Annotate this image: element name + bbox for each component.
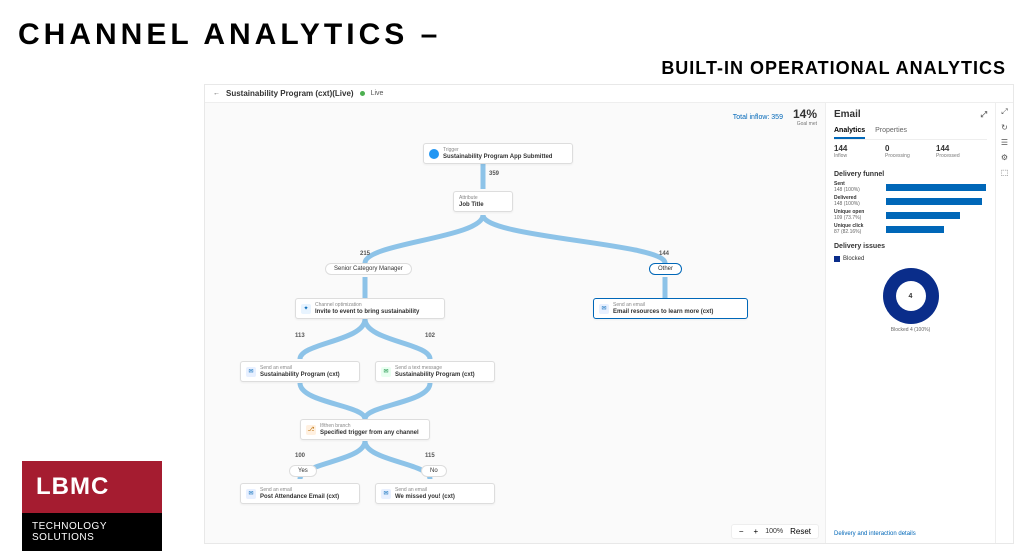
funnel-bar-delivered — [886, 198, 982, 205]
pill-no[interactable]: No — [421, 465, 447, 477]
email-icon: ✉ — [381, 489, 391, 499]
rail-filter-icon[interactable]: ☰ — [1001, 138, 1008, 147]
details-link[interactable]: Delivery and interaction details — [834, 531, 987, 537]
count-split-right: 102 — [425, 333, 435, 339]
count-split-left: 113 — [295, 333, 305, 339]
legend-swatch — [834, 256, 840, 262]
slide-title: CHANNEL ANALYTICS – — [18, 18, 441, 52]
node-email-resources[interactable]: ✉ Send an emailEmail resources to learn … — [593, 298, 748, 319]
app-window: ← Sustainability Program (cxt)(Live) Liv… — [204, 84, 1014, 544]
zoom-controls: − + 100% Reset — [731, 524, 819, 539]
count-no: 115 — [425, 453, 435, 459]
zoom-in-button[interactable]: + — [751, 527, 762, 536]
lbmc-unit: TECHNOLOGY SOLUTIONS — [22, 513, 162, 551]
funnel-bar-open — [886, 212, 960, 219]
node-channel-optimization[interactable]: ✦ Channel optimizationInvite to event to… — [295, 298, 445, 319]
node-email-we-missed-you[interactable]: ✉ Send an emailWe missed you! (cxt) — [375, 483, 495, 504]
funnel-title: Delivery funnel — [834, 171, 987, 178]
journey-canvas[interactable]: Total inflow: 359 14% Goal met — [205, 103, 825, 543]
status-text: Live — [371, 90, 384, 97]
rail-refresh-icon[interactable]: ↻ — [1001, 123, 1008, 132]
issues-donut: 4 — [883, 268, 939, 324]
goal-label: Goal met — [793, 121, 817, 127]
count-yes: 100 — [295, 453, 305, 459]
node-sms-sustainability[interactable]: ✉ Send a text messageSustainability Prog… — [375, 361, 495, 382]
pill-yes[interactable]: Yes — [289, 465, 317, 477]
total-inflow-link[interactable]: Total inflow: 359 — [733, 114, 783, 121]
zoom-level: 100% — [765, 528, 783, 535]
email-icon: ✉ — [599, 304, 609, 314]
lbmc-brand: LBMC — [22, 461, 162, 513]
connector-lines — [205, 103, 825, 543]
stat-processed-num: 144 — [936, 144, 987, 153]
back-icon[interactable]: ← — [213, 90, 220, 97]
lbmc-logo: LBMC TECHNOLOGY SOLUTIONS — [22, 461, 162, 551]
panel-expand-icon[interactable]: ⤢ — [981, 110, 987, 120]
branch-icon: ⎇ — [306, 425, 316, 435]
app-header: ← Sustainability Program (cxt)(Live) Liv… — [205, 85, 1013, 103]
node-trigger[interactable]: TriggerSustainability Program App Submit… — [423, 143, 573, 164]
node-if-then[interactable]: ⎇ If/then branchSpecified trigger from a… — [300, 419, 430, 440]
slide-subtitle: BUILT-IN OPERATIONAL ANALYTICS — [661, 58, 1006, 79]
funnel-bar-click — [886, 226, 944, 233]
panel-title: Email — [834, 109, 861, 120]
tab-analytics[interactable]: Analytics — [834, 124, 865, 139]
donut-caption: Blocked 4 (100%) — [891, 327, 930, 333]
node-email-sustainability[interactable]: ✉ Send an emailSustainability Program (c… — [240, 361, 360, 382]
trigger-outflow: 359 — [489, 171, 499, 177]
optimization-icon: ✦ — [301, 304, 311, 314]
zoom-reset-button[interactable]: Reset — [787, 527, 814, 536]
rail-expand-icon[interactable]: ⤢ — [1001, 107, 1007, 117]
trigger-icon — [429, 149, 439, 159]
pill-senior-manager[interactable]: Senior Category Manager — [325, 263, 412, 275]
count-right: 144 — [659, 251, 669, 257]
journey-name: Sustainability Program (cxt)(Live) — [226, 89, 354, 98]
rail-settings-icon[interactable]: ⚙ — [1001, 153, 1008, 162]
goal-percent: 14% — [793, 107, 817, 121]
sms-icon: ✉ — [381, 367, 391, 377]
stat-processing-num: 0 — [885, 144, 936, 153]
count-left: 215 — [360, 251, 370, 257]
email-icon: ✉ — [246, 367, 256, 377]
zoom-out-button[interactable]: − — [736, 527, 747, 536]
node-attribute[interactable]: AttributeJob Title — [453, 191, 513, 212]
side-icon-rail: ⤢ ↻ ☰ ⚙ ⬚ — [995, 103, 1013, 543]
stat-inflow-num: 144 — [834, 144, 885, 153]
node-email-post-attendance[interactable]: ✉ Send an emailPost Attendance Email (cx… — [240, 483, 360, 504]
issues-title: Delivery issues — [834, 243, 987, 250]
donut-center: 4 — [896, 281, 926, 311]
email-icon: ✉ — [246, 489, 256, 499]
pill-other[interactable]: Other — [649, 263, 682, 275]
funnel-bar-sent — [886, 184, 986, 191]
rail-export-icon[interactable]: ⬚ — [1001, 168, 1009, 177]
tab-properties[interactable]: Properties — [875, 124, 907, 139]
analytics-panel: Email ⤢ Analytics Properties 144Inflow 0… — [825, 103, 995, 543]
status-dot — [360, 91, 365, 96]
